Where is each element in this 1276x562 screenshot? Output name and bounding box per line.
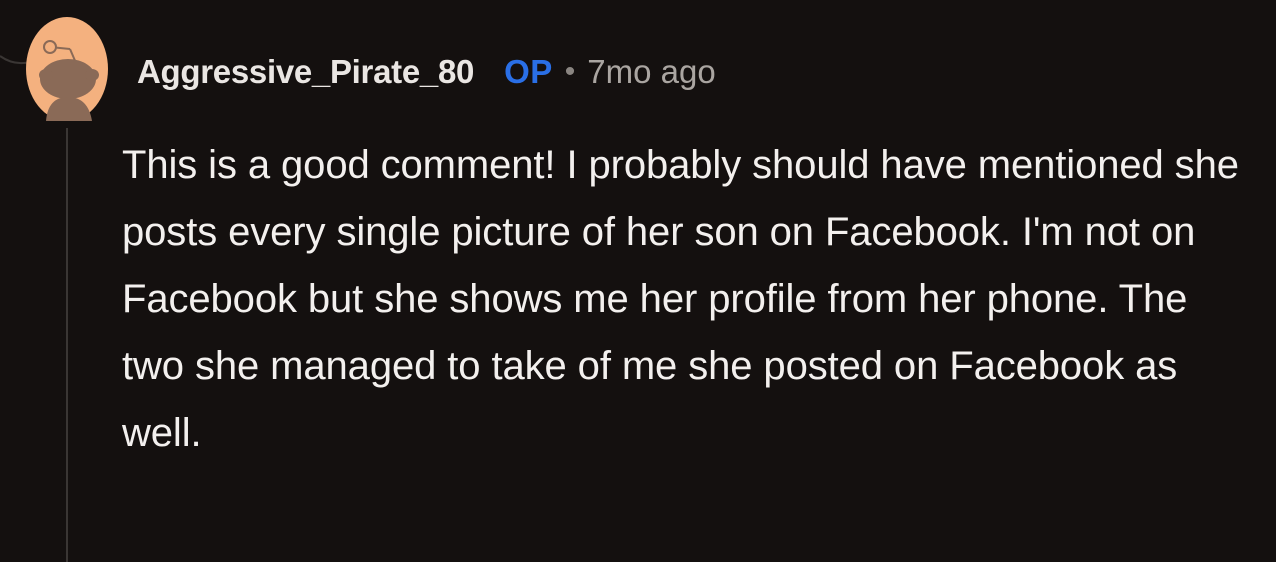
comment: Aggressive_Pirate_80 OP • 7mo ago This i… xyxy=(0,0,1276,562)
thread-line[interactable] xyxy=(66,128,68,562)
comment-timestamp[interactable]: 7mo ago xyxy=(587,53,715,91)
comment-meta: Aggressive_Pirate_80 OP • 7mo ago xyxy=(137,50,716,94)
user-avatar[interactable] xyxy=(26,17,108,121)
snoo-avatar-icon xyxy=(26,17,108,121)
meta-separator: • xyxy=(564,55,576,88)
comment-body: This is a good comment! I probably shoul… xyxy=(122,143,1239,455)
op-badge: OP xyxy=(504,53,553,90)
username-link[interactable]: Aggressive_Pirate_80 xyxy=(137,53,474,91)
